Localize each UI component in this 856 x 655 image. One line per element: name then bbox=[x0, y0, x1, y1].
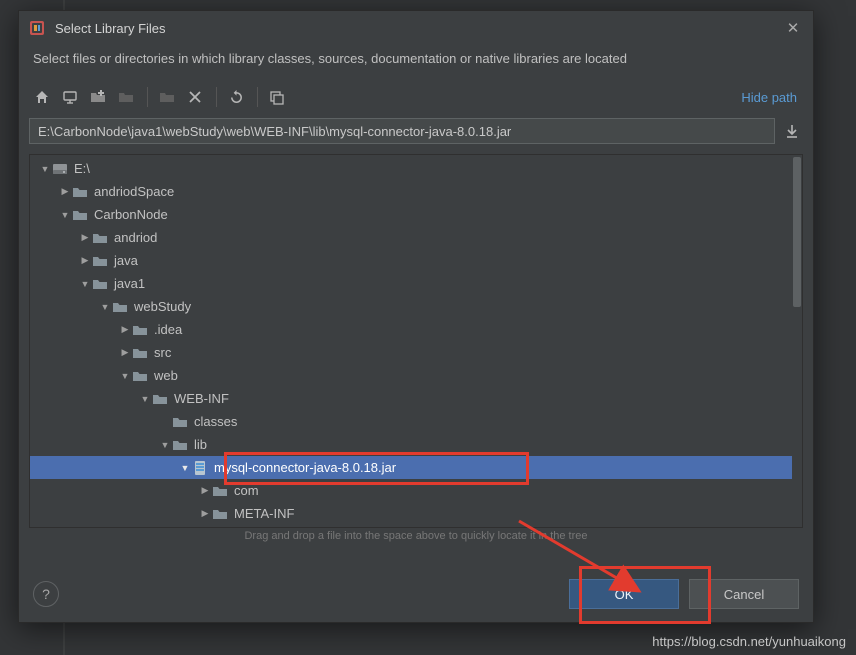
ok-button[interactable]: OK bbox=[569, 579, 679, 609]
disk-icon bbox=[52, 162, 68, 176]
chevron-right-icon[interactable]: ▶ bbox=[78, 232, 92, 243]
tree-node-label: com bbox=[234, 483, 259, 498]
folder-icon bbox=[152, 392, 168, 406]
chevron-right-icon[interactable]: ▶ bbox=[198, 485, 212, 496]
chevron-down-icon[interactable]: ▼ bbox=[38, 164, 52, 174]
close-icon[interactable]: ✕ bbox=[783, 18, 803, 38]
chevron-right-icon[interactable]: ▶ bbox=[118, 324, 132, 335]
chevron-right-icon[interactable]: ▶ bbox=[78, 255, 92, 266]
tree-node-label: CarbonNode bbox=[94, 207, 168, 222]
tree-node[interactable]: ▼ java1 bbox=[30, 272, 802, 295]
chevron-down-icon[interactable]: ▼ bbox=[178, 463, 192, 473]
download-icon[interactable] bbox=[781, 120, 803, 142]
tree-node[interactable]: ▶ andriod bbox=[30, 226, 802, 249]
drag-drop-hint: Drag and drop a file into the space abov… bbox=[19, 530, 813, 542]
folder-icon bbox=[132, 369, 148, 383]
folder-icon bbox=[132, 323, 148, 337]
cancel-button[interactable]: Cancel bbox=[689, 579, 799, 609]
scrollbar-thumb[interactable] bbox=[793, 157, 801, 307]
tree-node[interactable]: ▼ mysql-connector-java-8.0.18.jar bbox=[30, 456, 802, 479]
chevron-down-icon[interactable]: ▼ bbox=[58, 210, 72, 220]
tree-node[interactable]: ▶ com bbox=[30, 479, 802, 502]
folder-icon bbox=[212, 484, 228, 498]
chevron-down-icon[interactable]: ▼ bbox=[138, 394, 152, 404]
titlebar: Select Library Files ✕ bbox=[19, 11, 813, 45]
tree-node[interactable]: ▼ lib bbox=[30, 433, 802, 456]
dialog-footer: ? OK Cancel bbox=[19, 566, 813, 622]
folder-icon bbox=[112, 300, 128, 314]
tree-node[interactable]: ▼ webStudy bbox=[30, 295, 802, 318]
tree-node-label: .idea bbox=[154, 322, 182, 337]
tree-node[interactable]: ▶ META-INF bbox=[30, 502, 802, 525]
folder-icon bbox=[132, 346, 148, 360]
folder-icon bbox=[92, 254, 108, 268]
tree-node-label: webStudy bbox=[134, 299, 191, 314]
tree-node-label: src bbox=[154, 345, 171, 360]
tree-node[interactable]: ▼ web bbox=[30, 364, 802, 387]
home-icon[interactable] bbox=[29, 85, 55, 109]
tree-node[interactable]: ▶ src bbox=[30, 341, 802, 364]
toolbar: Hide path bbox=[19, 80, 813, 114]
chevron-down-icon[interactable]: ▼ bbox=[118, 371, 132, 381]
folder-star-icon bbox=[154, 85, 180, 109]
folder-icon bbox=[212, 507, 228, 521]
toolbar-separator bbox=[257, 87, 258, 107]
tree-node[interactable]: ▶ java bbox=[30, 249, 802, 272]
tree-node-label: java1 bbox=[114, 276, 145, 291]
desktop-icon[interactable] bbox=[57, 85, 83, 109]
tree-node[interactable]: ▶classes bbox=[30, 410, 802, 433]
dialog-title: Select Library Files bbox=[55, 21, 783, 36]
path-row bbox=[19, 114, 813, 150]
tree-node[interactable]: ▼ CarbonNode bbox=[30, 203, 802, 226]
folder-icon bbox=[172, 415, 188, 429]
scrollbar-track[interactable] bbox=[792, 155, 802, 527]
dialog-description: Select files or directories in which lib… bbox=[19, 45, 813, 80]
tree-node-label: andriod bbox=[114, 230, 157, 245]
tree-node[interactable]: ▼ E:\ bbox=[30, 157, 802, 180]
tree-node-label: lib bbox=[194, 437, 207, 452]
tree-node-label: web bbox=[154, 368, 178, 383]
tree-node-label: classes bbox=[194, 414, 237, 429]
tree-node-label: WEB-INF bbox=[174, 391, 229, 406]
tree-node[interactable]: ▼ WEB-INF bbox=[30, 387, 802, 410]
tree-node[interactable]: ▶ .idea bbox=[30, 318, 802, 341]
chevron-right-icon[interactable]: ▶ bbox=[118, 347, 132, 358]
chevron-right-icon[interactable]: ▶ bbox=[58, 186, 72, 197]
toolbar-separator bbox=[147, 87, 148, 107]
show-hidden-icon[interactable] bbox=[264, 85, 290, 109]
help-button[interactable]: ? bbox=[33, 581, 59, 607]
folder-icon bbox=[92, 277, 108, 291]
toolbar-separator bbox=[216, 87, 217, 107]
tree-node-label: andriodSpace bbox=[94, 184, 174, 199]
refresh-icon[interactable] bbox=[223, 85, 249, 109]
chevron-right-icon[interactable]: ▶ bbox=[198, 508, 212, 519]
watermark: https://blog.csdn.net/yunhuaikong bbox=[652, 634, 846, 649]
hide-path-link[interactable]: Hide path bbox=[741, 90, 803, 105]
tree-node-label: mysql-connector-java-8.0.18.jar bbox=[214, 460, 396, 475]
jar-icon bbox=[192, 461, 208, 475]
delete-icon[interactable] bbox=[182, 85, 208, 109]
path-input[interactable] bbox=[29, 118, 775, 144]
tree-node[interactable]: ▶ andriodSpace bbox=[30, 180, 802, 203]
file-tree[interactable]: ▼E:\▶andriodSpace▼CarbonNode▶andriod▶jav… bbox=[29, 154, 803, 528]
folder-icon bbox=[92, 231, 108, 245]
chevron-down-icon[interactable]: ▼ bbox=[158, 440, 172, 450]
chevron-down-icon[interactable]: ▼ bbox=[98, 302, 112, 312]
app-icon bbox=[29, 20, 45, 36]
folder-icon bbox=[72, 208, 88, 222]
select-library-dialog: Select Library Files ✕ Select files or d… bbox=[18, 10, 814, 623]
tree-node-label: E:\ bbox=[74, 161, 90, 176]
new-folder-icon[interactable] bbox=[85, 85, 111, 109]
tree-node-label: java bbox=[114, 253, 138, 268]
chevron-down-icon[interactable]: ▼ bbox=[78, 279, 92, 289]
tree-node-label: META-INF bbox=[234, 506, 294, 521]
new-folder-disabled-icon bbox=[113, 85, 139, 109]
folder-icon bbox=[172, 438, 188, 452]
folder-icon bbox=[72, 185, 88, 199]
